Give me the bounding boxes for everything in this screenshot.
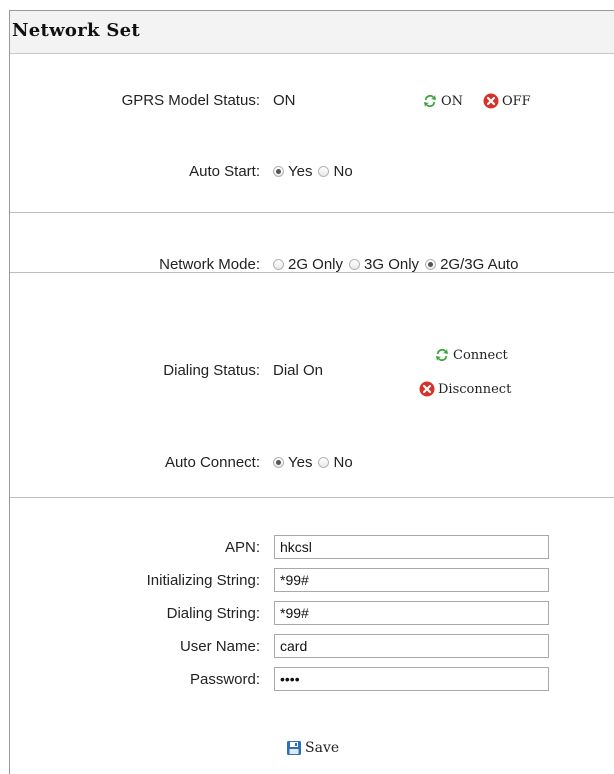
user-name-input[interactable] xyxy=(274,634,549,658)
dial-string-input[interactable] xyxy=(274,601,549,625)
page-title: Network Set xyxy=(12,20,141,41)
gprs-off-button[interactable]: OFF xyxy=(483,93,531,109)
network-set-panel: Network Set GPRS Model Status: ON ON OFF… xyxy=(9,10,614,774)
radio-button[interactable] xyxy=(273,457,284,468)
save-label: Save xyxy=(305,740,340,756)
radio-button[interactable] xyxy=(349,259,361,270)
dialing-status-label: Dialing Status: xyxy=(163,362,260,379)
auto-start-yes-option[interactable]: Yes xyxy=(273,163,312,180)
init-string-input[interactable] xyxy=(274,568,549,592)
disconnect-label: Disconnect xyxy=(438,381,512,397)
divider xyxy=(10,212,614,213)
radio-button[interactable] xyxy=(273,259,284,270)
close-circle-icon xyxy=(419,381,435,397)
gprs-status-label: GPRS Model Status: xyxy=(121,92,260,109)
connect-label: Connect xyxy=(453,347,508,363)
dial-string-label: Dialing String: xyxy=(166,605,260,622)
connect-button[interactable]: Connect xyxy=(434,347,508,363)
auto-start-radio-group: Yes No xyxy=(273,163,359,180)
mode-2g-only-option[interactable]: 2G Only xyxy=(273,256,343,273)
mode-3g-only-option[interactable]: 3G Only xyxy=(349,256,419,273)
auto-connect-radio-group: Yes No xyxy=(273,454,359,471)
close-circle-icon xyxy=(483,93,499,109)
apn-label: APN: xyxy=(224,539,260,556)
auto-connect-label: Auto Connect: xyxy=(164,454,260,471)
gprs-status-value: ON xyxy=(273,92,296,109)
save-button[interactable]: Save xyxy=(286,740,339,756)
password-label: Password: xyxy=(189,671,260,688)
apn-input[interactable] xyxy=(274,535,549,559)
auto-start-no-option[interactable]: No xyxy=(318,163,353,180)
refresh-icon xyxy=(424,95,436,107)
radio-button[interactable] xyxy=(318,166,330,177)
password-input[interactable] xyxy=(274,667,549,691)
disconnect-button[interactable]: Disconnect xyxy=(419,381,511,397)
auto-connect-yes-option[interactable]: Yes xyxy=(273,454,312,471)
user-name-label: User Name: xyxy=(179,638,260,655)
refresh-icon xyxy=(436,349,448,361)
init-string-label: Initializing String: xyxy=(146,572,260,589)
floppy-disk-icon xyxy=(287,741,301,755)
auto-connect-no-option[interactable]: No xyxy=(318,454,353,471)
radio-button[interactable] xyxy=(425,259,437,270)
radio-button[interactable] xyxy=(273,166,284,177)
radio-button[interactable] xyxy=(318,457,330,468)
dialing-status-value: Dial On xyxy=(273,362,324,379)
divider xyxy=(10,272,614,273)
gprs-on-button[interactable]: ON xyxy=(422,93,463,109)
gprs-on-label: ON xyxy=(441,93,464,109)
divider xyxy=(10,497,614,498)
gprs-off-label: OFF xyxy=(502,93,531,109)
mode-auto-option[interactable]: 2G/3G Auto xyxy=(425,256,518,273)
auto-start-label: Auto Start: xyxy=(189,163,260,180)
panel-header: Network Set xyxy=(10,11,614,54)
network-mode-radio-group: 2G Only 3G Only 2G/3G Auto xyxy=(273,256,524,273)
network-mode-label: Network Mode: xyxy=(159,256,260,273)
